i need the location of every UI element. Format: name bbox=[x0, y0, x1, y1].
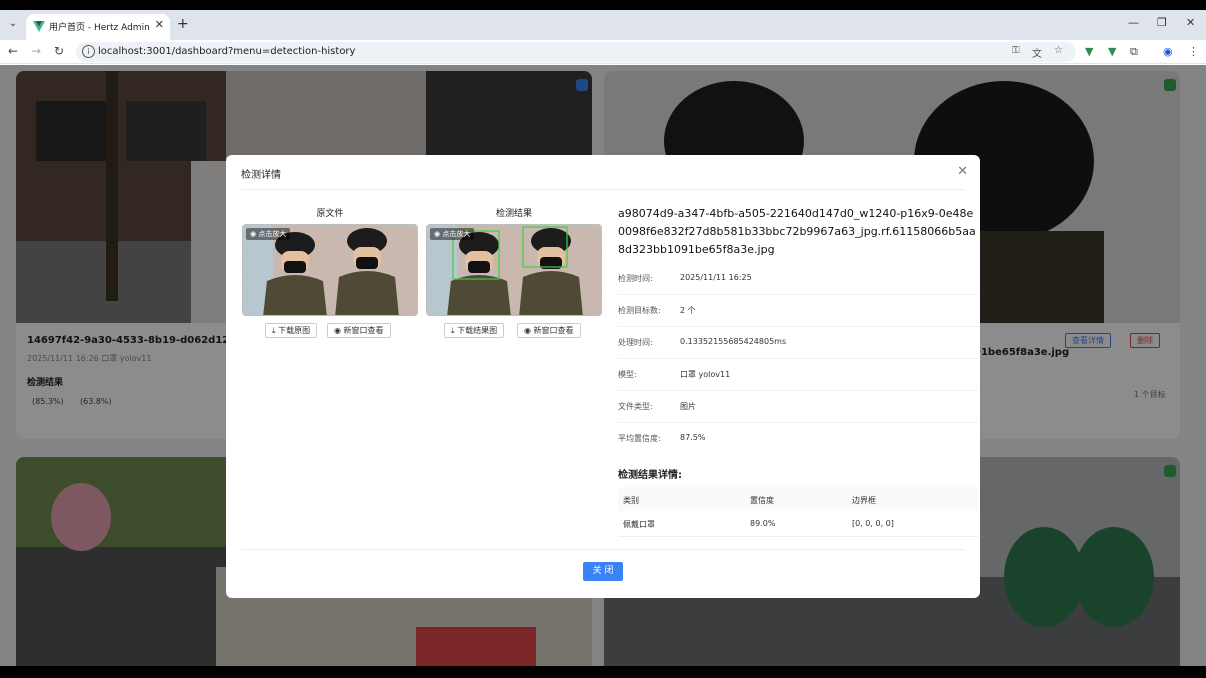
key-icon[interactable]: ⚿ bbox=[1012, 45, 1020, 56]
field-key: 平均置信度: bbox=[618, 434, 661, 443]
open-new-window-button[interactable]: ◉ 新窗口查看 bbox=[517, 323, 581, 338]
open-new-window-label: 新窗口查看 bbox=[343, 326, 384, 335]
table-cell: 89.0% bbox=[750, 519, 776, 528]
modal-close-icon[interactable]: ✕ bbox=[957, 164, 968, 179]
restore-icon[interactable]: ❐ bbox=[1157, 16, 1167, 29]
modal-title: 检测详情 bbox=[241, 170, 281, 181]
new-tab-icon[interactable]: + bbox=[177, 16, 189, 32]
table-header-cell: 边界框 bbox=[852, 496, 876, 505]
window-close-icon[interactable]: ✕ bbox=[1186, 16, 1195, 29]
eye-icon: ◉ bbox=[524, 326, 531, 335]
bookmark-star-icon[interactable]: ☆ bbox=[1054, 45, 1063, 56]
field-row-avg-confidence: 平均置信度: 87.5% bbox=[618, 423, 978, 455]
download-original-button[interactable]: ⤓ 下载原图 bbox=[265, 323, 318, 338]
tab-title: 用户首页 - Hertz Admin bbox=[49, 23, 150, 33]
field-row-file-type: 文件类型: 图片 bbox=[618, 391, 978, 423]
zoom-tag-label: 点击放大 bbox=[258, 230, 287, 238]
site-info-icon[interactable]: i bbox=[82, 45, 95, 58]
field-value: 0.13352155685424805ms bbox=[680, 337, 787, 346]
table-row: 佩戴口罩 89.0% [0, 0, 0, 0] bbox=[618, 511, 978, 537]
modal-header-divider bbox=[241, 189, 965, 190]
url-text: localhost:3001/dashboard?menu=detection-… bbox=[98, 46, 356, 57]
result-image[interactable]: ◉ 点击放大 bbox=[426, 224, 602, 316]
field-value: 2 个 bbox=[680, 306, 696, 315]
download-result-label: 下载结果图 bbox=[457, 326, 498, 335]
vue-logo-icon bbox=[33, 21, 45, 32]
back-icon[interactable]: ← bbox=[8, 44, 18, 58]
field-row-detect-time: 检测时间: 2025/11/11 16:25 bbox=[618, 263, 978, 295]
table-header-cell: 置信度 bbox=[750, 496, 774, 505]
field-value: 2025/11/11 16:25 bbox=[680, 273, 752, 282]
download-icon: ⤓ bbox=[451, 326, 455, 335]
translate-icon[interactable]: 文 bbox=[1032, 45, 1042, 60]
zoom-tag: ◉ 点击放大 bbox=[246, 228, 291, 240]
original-file-label: 原文件 bbox=[316, 209, 344, 219]
url-field[interactable]: i localhost:3001/dashboard?menu=detectio… bbox=[76, 42, 1076, 62]
file-name: a98074d9-a347-4bfb-a505-221640d147d0_w12… bbox=[618, 207, 976, 256]
field-key: 文件类型: bbox=[618, 402, 653, 411]
eye-icon: ◉ bbox=[434, 230, 441, 238]
tab-search-icon[interactable]: ⌄ bbox=[6, 17, 20, 31]
menu-kebab-icon[interactable]: ⋮ bbox=[1188, 45, 1199, 58]
field-row-process-time: 处理时间: 0.13352155685424805ms bbox=[618, 327, 978, 359]
field-key: 模型: bbox=[618, 370, 637, 379]
field-row-model: 模型: 口罩 yolov11 bbox=[618, 359, 978, 391]
profile-icon[interactable]: ◉ bbox=[1163, 45, 1173, 58]
browser-tab[interactable]: 用户首页 - Hertz Admin ✕ bbox=[26, 14, 170, 40]
field-value: 87.5% bbox=[680, 433, 706, 442]
field-row-target-count: 检测目标数: 2 个 bbox=[618, 295, 978, 327]
table-cell: 佩戴口罩 bbox=[623, 520, 655, 529]
minimize-icon[interactable]: — bbox=[1128, 16, 1139, 29]
field-value: 口罩 yolov11 bbox=[680, 370, 731, 379]
original-image[interactable]: ◉ 点击放大 bbox=[242, 224, 418, 316]
table-header: 类别 置信度 边界框 bbox=[618, 487, 978, 511]
detection-detail-modal: 检测详情 ✕ 原文件 ◉ 点击放大 ⤓ 下载原图 ◉ 新窗口查看 检测结果 ◉ … bbox=[226, 155, 980, 598]
eye-icon: ◉ bbox=[334, 326, 341, 335]
table-cell: [0, 0, 0, 0] bbox=[852, 519, 894, 528]
open-new-window-label: 新窗口查看 bbox=[533, 326, 574, 335]
result-label: 检测结果 bbox=[495, 209, 532, 219]
result-table: 类别 置信度 边界框 佩戴口罩 89.0% [0, 0, 0, 0] bbox=[618, 487, 978, 537]
zoom-tag-label: 点击放大 bbox=[442, 230, 471, 238]
download-icon: ⤓ bbox=[272, 326, 276, 335]
table-header-cell: 类别 bbox=[623, 496, 639, 505]
zoom-tag: ◉ 点击放大 bbox=[430, 228, 475, 240]
field-key: 检测目标数: bbox=[618, 306, 661, 315]
open-new-window-button[interactable]: ◉ 新窗口查看 bbox=[327, 323, 391, 338]
field-value: 图片 bbox=[680, 402, 696, 411]
close-button[interactable]: 关 闭 bbox=[583, 562, 623, 581]
field-key: 检测时间: bbox=[618, 274, 653, 283]
field-key: 处理时间: bbox=[618, 338, 653, 347]
download-result-button[interactable]: ⤓ 下载结果图 bbox=[444, 323, 505, 338]
modal-footer-divider bbox=[241, 549, 965, 550]
vue-devtools-icon[interactable]: ▼ bbox=[1085, 45, 1093, 58]
tab-bar: ⌄ 用户首页 - Hertz Admin ✕ + — ❐ ✕ bbox=[0, 10, 1206, 40]
extensions-icon[interactable]: ⧉ bbox=[1130, 45, 1138, 59]
download-original-label: 下载原图 bbox=[278, 326, 311, 335]
vue-extension-icon[interactable]: ▼ bbox=[1108, 45, 1116, 58]
forward-icon[interactable]: → bbox=[31, 44, 41, 58]
modal-overlay[interactable]: 检测详情 ✕ 原文件 ◉ 点击放大 ⤓ 下载原图 ◉ 新窗口查看 检测结果 ◉ … bbox=[0, 65, 1206, 666]
eye-icon: ◉ bbox=[250, 230, 257, 238]
tab-close-icon[interactable]: ✕ bbox=[155, 18, 164, 31]
detail-section-title: 检测结果详情: bbox=[618, 470, 682, 481]
dashboard-page: 14697f42-9a30-4533-8b19-d062d12ad212_ 20… bbox=[0, 65, 1206, 666]
browser-window: ⌄ 用户首页 - Hertz Admin ✕ + — ❐ ✕ ← → ↻ i l… bbox=[0, 10, 1206, 666]
reload-icon[interactable]: ↻ bbox=[54, 44, 64, 58]
address-bar: ← → ↻ i localhost:3001/dashboard?menu=de… bbox=[0, 40, 1206, 64]
